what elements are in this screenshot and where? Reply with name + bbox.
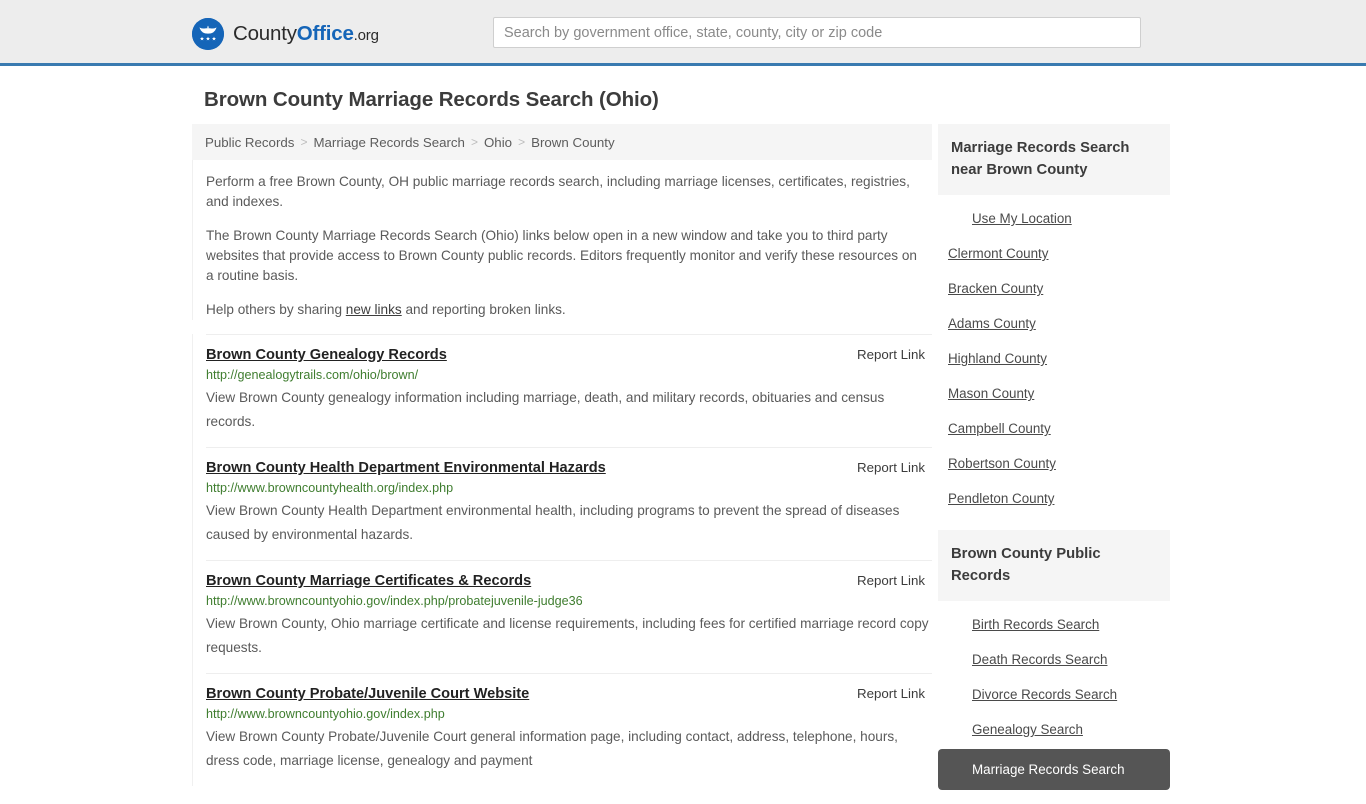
sidebar-item-highland-county[interactable]: Highland County bbox=[938, 341, 1170, 376]
intro-text: Perform a free Brown County, OH public m… bbox=[192, 160, 932, 320]
result-item: Brown County Probate/Juvenile Court Webs… bbox=[206, 673, 932, 786]
site-logo-link[interactable]: CountyOffice.org bbox=[192, 18, 379, 50]
sidebar-item-death-records-search[interactable]: Death Records Search bbox=[938, 642, 1170, 677]
result-description: View Brown County genealogy information … bbox=[206, 390, 885, 429]
intro-paragraph-2: The Brown County Marriage Records Search… bbox=[206, 228, 917, 283]
result-header: Brown County Health Department Environme… bbox=[206, 460, 932, 476]
page-title: Brown County Marriage Records Search (Oh… bbox=[204, 88, 659, 111]
main-column: Public Records > Marriage Records Search… bbox=[192, 124, 932, 786]
breadcrumb-item-public-records[interactable]: Public Records bbox=[205, 135, 294, 150]
sidebar-item-pendleton-county[interactable]: Pendleton County bbox=[938, 481, 1170, 516]
breadcrumb: Public Records > Marriage Records Search… bbox=[192, 124, 932, 160]
brand-part-tld: .org bbox=[353, 26, 379, 44]
result-description: View Brown County Health Department envi… bbox=[206, 503, 900, 542]
result-title-link[interactable]: Brown County Marriage Certificates & Rec… bbox=[206, 573, 531, 589]
search-input[interactable] bbox=[493, 17, 1141, 48]
result-title-link[interactable]: Brown County Probate/Juvenile Court Webs… bbox=[206, 686, 529, 702]
result-item: Brown County Marriage Certificates & Rec… bbox=[206, 560, 932, 673]
sidebar-item-mason-county[interactable]: Mason County bbox=[938, 376, 1170, 411]
brand-part-county: County bbox=[233, 21, 297, 45]
breadcrumb-item-brown-county: Brown County bbox=[531, 134, 615, 150]
nearby-searches-heading: Marriage Records Search near Brown Count… bbox=[938, 124, 1170, 195]
result-url-link[interactable]: http://www.browncountyhealth.org/index.p… bbox=[206, 481, 932, 495]
result-url-link[interactable]: http://genealogytrails.com/ohio/brown/ bbox=[206, 368, 932, 382]
public-records-list: Birth Records Search Death Records Searc… bbox=[938, 601, 1170, 790]
result-title-link[interactable]: Brown County Genealogy Records bbox=[206, 347, 447, 363]
intro-share-suffix: and reporting broken links. bbox=[401, 302, 566, 317]
result-description: View Brown County Probate/Juvenile Court… bbox=[206, 729, 898, 768]
intro-share-prefix: Help others by sharing bbox=[206, 302, 346, 317]
use-my-location-link[interactable]: Use My Location bbox=[938, 201, 1170, 236]
sidebar-item-campbell-county[interactable]: Campbell County bbox=[938, 411, 1170, 446]
new-links-link[interactable]: new links bbox=[346, 302, 402, 317]
result-url-link[interactable]: http://www.browncountyohio.gov/index.php… bbox=[206, 594, 932, 608]
sidebar-item-adams-county[interactable]: Adams County bbox=[938, 306, 1170, 341]
result-description: View Brown County, Ohio marriage certifi… bbox=[206, 616, 929, 655]
intro-paragraph-3: Help others by sharing new links and rep… bbox=[206, 300, 919, 320]
report-link-button[interactable]: Report Link bbox=[857, 686, 932, 701]
result-header: Brown County Probate/Juvenile Court Webs… bbox=[206, 686, 932, 702]
sidebar-item-robertson-county[interactable]: Robertson County bbox=[938, 446, 1170, 481]
sidebar-item-birth-records-search[interactable]: Birth Records Search bbox=[938, 607, 1170, 642]
eagle-shield-logo-icon bbox=[192, 18, 224, 50]
results-list: Brown County Genealogy Records Report Li… bbox=[192, 334, 932, 786]
result-title-link[interactable]: Brown County Health Department Environme… bbox=[206, 460, 606, 476]
site-header: CountyOffice.org bbox=[0, 0, 1366, 66]
breadcrumb-separator-icon: > bbox=[300, 135, 308, 149]
intro-paragraph-1: Perform a free Brown County, OH public m… bbox=[206, 174, 910, 209]
result-header: Brown County Marriage Certificates & Rec… bbox=[206, 573, 932, 589]
report-link-button[interactable]: Report Link bbox=[857, 573, 932, 588]
result-header: Brown County Genealogy Records Report Li… bbox=[206, 347, 932, 363]
result-item: Brown County Health Department Environme… bbox=[206, 447, 932, 560]
breadcrumb-separator-icon: > bbox=[518, 135, 526, 149]
sidebar: Marriage Records Search near Brown Count… bbox=[938, 124, 1170, 804]
report-link-button[interactable]: Report Link bbox=[857, 460, 932, 475]
public-records-heading: Brown County Public Records bbox=[938, 530, 1170, 601]
report-link-button[interactable]: Report Link bbox=[857, 347, 932, 362]
result-item: Brown County Genealogy Records Report Li… bbox=[206, 334, 932, 447]
brand-wordmark: CountyOffice.org bbox=[233, 21, 379, 45]
public-records-panel: Brown County Public Records Birth Record… bbox=[938, 530, 1170, 790]
breadcrumb-item-marriage-records-search[interactable]: Marriage Records Search bbox=[313, 135, 465, 150]
sidebar-item-marriage-records-search[interactable]: Marriage Records Search bbox=[938, 749, 1170, 790]
nearby-searches-panel: Marriage Records Search near Brown Count… bbox=[938, 124, 1170, 516]
sidebar-item-genealogy-search[interactable]: Genealogy Search bbox=[938, 712, 1170, 747]
sidebar-item-clermont-county[interactable]: Clermont County bbox=[938, 236, 1170, 271]
brand-part-office: Office bbox=[296, 21, 354, 45]
breadcrumb-item-ohio[interactable]: Ohio bbox=[484, 135, 512, 150]
nearby-searches-list: Use My Location Clermont County Bracken … bbox=[938, 195, 1170, 516]
sidebar-item-divorce-records-search[interactable]: Divorce Records Search bbox=[938, 677, 1170, 712]
result-url-link[interactable]: http://www.browncountyohio.gov/index.php bbox=[206, 707, 932, 721]
search-container bbox=[493, 17, 1141, 48]
sidebar-item-bracken-county[interactable]: Bracken County bbox=[938, 271, 1170, 306]
breadcrumb-separator-icon: > bbox=[470, 135, 478, 149]
